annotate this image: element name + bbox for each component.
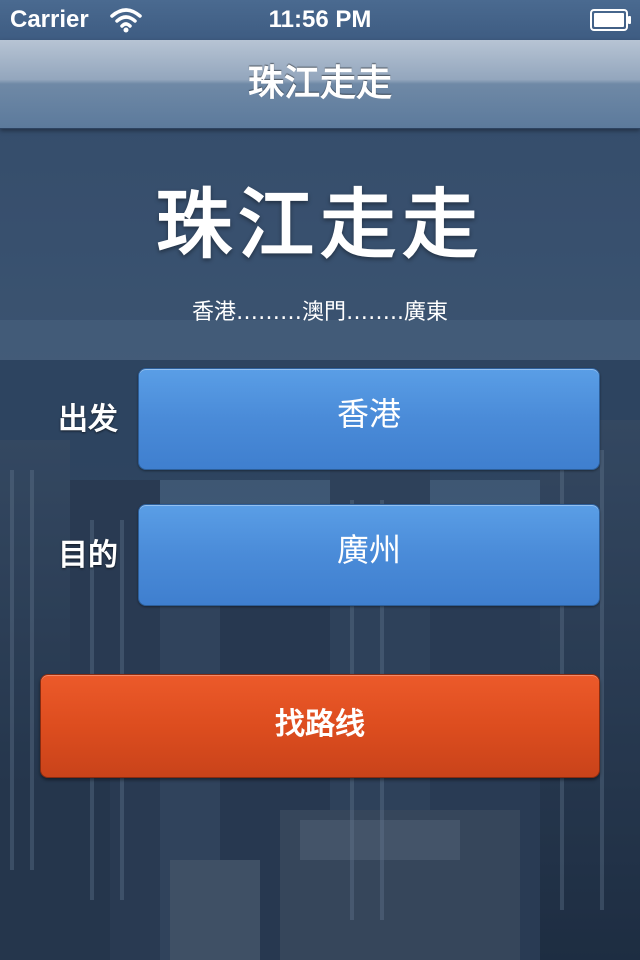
battery-icon xyxy=(590,9,631,31)
status-bar: Carrier 11:56 PM xyxy=(0,0,640,40)
origin-label: 出发 xyxy=(58,402,118,437)
hero-title: 珠江走走 xyxy=(156,180,484,269)
find-route-button[interactable]: 找路线 xyxy=(40,674,600,778)
hero-subtitle: 香港………澳門……..廣東 xyxy=(192,300,448,325)
app-screen: Carrier 11:56 PM 珠江走走 珠江走走 香港………澳門……..廣東… xyxy=(0,0,640,960)
status-time: 11:56 PM xyxy=(268,6,372,33)
nav-title: 珠江走走 xyxy=(247,63,392,104)
city-background-image xyxy=(0,128,640,960)
destination-select-button[interactable]: 廣州 xyxy=(138,504,600,606)
origin-select-button[interactable]: 香港 xyxy=(138,368,600,470)
navigation-bar: 珠江走走 xyxy=(0,40,640,129)
destination-label: 目的 xyxy=(58,538,118,573)
